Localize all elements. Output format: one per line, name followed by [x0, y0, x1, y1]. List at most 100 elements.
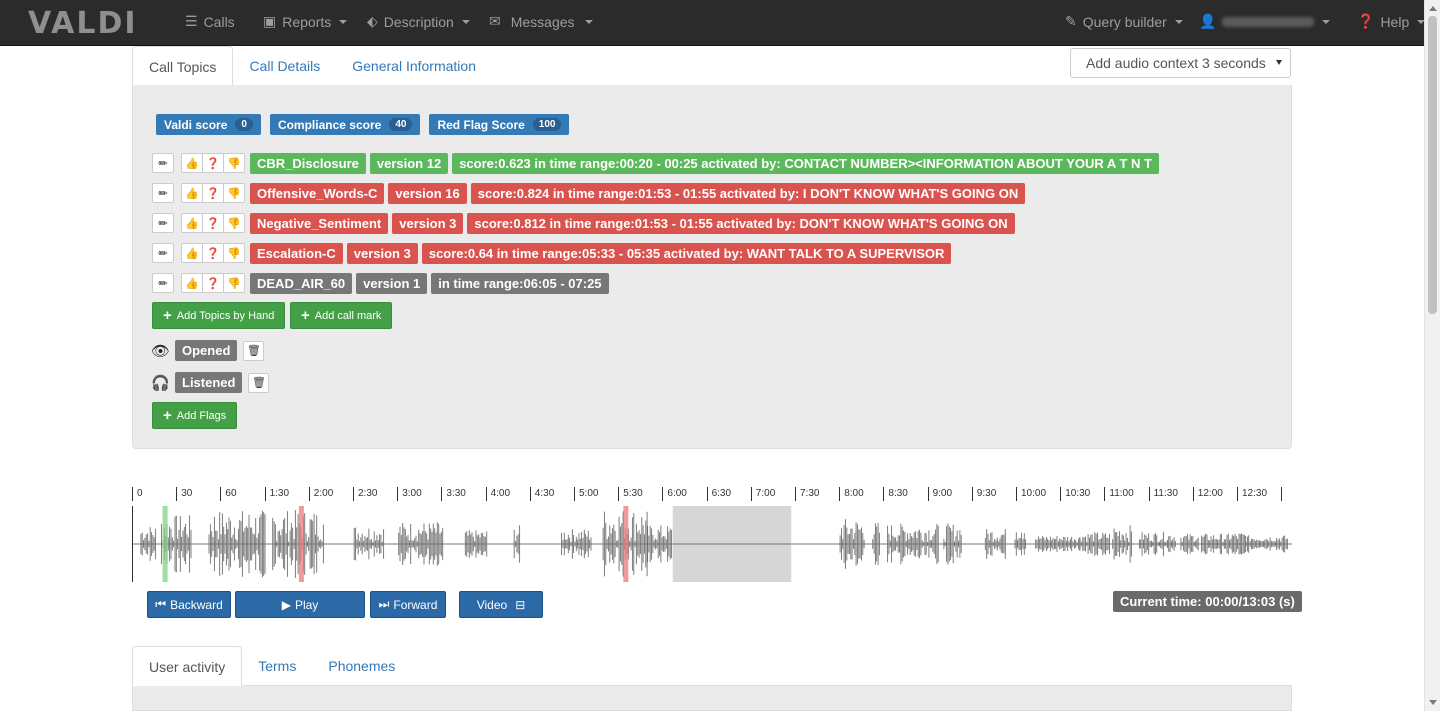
pencil-icon[interactable]: ✏ — [152, 243, 174, 263]
thumbs-up-icon[interactable]: 👍 — [181, 153, 203, 173]
topic-row: ✏ 👍 ❓ 👎 Negative_Sentiment version 3 sco… — [152, 212, 1015, 234]
add-topics-by-hand-button[interactable]: + Add Topics by Hand — [152, 302, 286, 329]
topic-marker-red[interactable] — [623, 506, 629, 582]
page-scrollbar[interactable] — [1424, 0, 1440, 711]
step-forward-icon: ⏭ — [378, 597, 390, 611]
nav-messages[interactable]: ✉ Messages — [489, 13, 593, 30]
timeline-tick: 12:00 — [1192, 487, 1223, 501]
tab-call-topics[interactable]: Call Topics — [132, 46, 234, 86]
headphones-icon: 🎧 — [151, 374, 170, 392]
topic-version: version 3 — [346, 242, 418, 264]
compliance-score-button[interactable]: Compliance score 40 — [269, 114, 421, 135]
add-call-mark-button[interactable]: + Add call mark — [290, 302, 393, 329]
video-button[interactable]: Video ⊟ — [459, 591, 543, 618]
audio-waveform[interactable]: 0 30 60 1:30 2:00 2:30 3:00 3:30 4:00 4:30 5:00 5:3… — [132, 482, 1294, 582]
brand-logo[interactable]: VALDI — [28, 6, 138, 41]
score-badges: Valdi score 0 Compliance score 40 Red Fl… — [156, 114, 570, 135]
nav-query-builder[interactable]: ✎ Query builder — [1065, 13, 1183, 30]
scroll-thumb[interactable] — [1428, 16, 1437, 314]
nav-calls[interactable]: ☰ Calls — [185, 13, 235, 30]
timeline-tick: 4:00 — [485, 487, 510, 501]
tab-phonemes[interactable]: Phonemes — [312, 646, 411, 686]
topic-detail: score:0.623 in time range:00:20 - 00:25 … — [452, 152, 1159, 174]
topic-row: ✏ 👍 ❓ 👎 DEAD_AIR_60 version 1 in time ra… — [152, 272, 609, 294]
thumbs-up-icon[interactable]: 👍 — [181, 213, 203, 233]
trash-icon[interactable]: 🗑 — [243, 340, 265, 361]
add-topics-by-hand-label: Add Topics by Hand — [176, 309, 275, 322]
pencil-icon[interactable]: ✏ — [152, 183, 174, 203]
timeline-tick: 60 — [220, 487, 237, 501]
timeline-tick: 12:30 — [1237, 487, 1267, 501]
forward-button[interactable]: ⏭ Forward — [370, 591, 446, 618]
add-flags-label: Add Flags — [176, 409, 227, 422]
topic-name[interactable]: Negative_Sentiment — [250, 212, 389, 234]
valdi-score-button[interactable]: Valdi score 0 — [156, 114, 261, 135]
audio-context-select[interactable]: Add audio context 3 seconds — [1070, 48, 1291, 78]
audio-context-value: Add audio context 3 seconds — [1086, 55, 1266, 71]
pencil-icon[interactable]: ✏ — [152, 273, 174, 293]
question-icon[interactable]: ❓ — [202, 183, 224, 203]
question-icon[interactable]: ❓ — [202, 273, 224, 293]
play-label: Play — [294, 597, 319, 612]
topic-name[interactable]: DEAD_AIR_60 — [250, 272, 353, 294]
edit-icon: ✎ — [1065, 13, 1077, 29]
timeline-tick: 5:00 — [574, 487, 598, 501]
play-button[interactable]: ▶ Play — [235, 591, 365, 618]
timeline-tick: 9:30 — [971, 487, 996, 501]
question-icon[interactable]: ❓ — [202, 213, 224, 233]
tab-terms[interactable]: Terms — [242, 646, 312, 686]
chevron-down-icon — [1174, 19, 1183, 24]
nav-messages-label: Messages — [510, 13, 575, 30]
timeline-tick: 8:00 — [839, 487, 864, 501]
call-topics-panel: Valdi score 0 Compliance score 40 Red Fl… — [132, 85, 1292, 449]
add-flags-button[interactable]: + Add Flags — [152, 402, 238, 429]
thumbs-down-icon[interactable]: 👎 — [223, 273, 245, 293]
waveform-graph[interactable] — [132, 506, 1294, 582]
tab-call-details[interactable]: Call Details — [233, 46, 336, 86]
topic-version: version 16 — [388, 182, 467, 204]
nav-reports[interactable]: ▣ Reports — [263, 13, 348, 30]
timeline-tick: 8:30 — [883, 487, 908, 501]
thumbs-down-icon[interactable]: 👎 — [223, 153, 245, 173]
timeline-tick: 5:30 — [618, 487, 643, 501]
call-tabs: Call Topics Call Details General Informa… — [132, 46, 492, 86]
waveform-timeline: 0 30 60 1:30 2:00 2:30 3:00 3:30 4:00 4:30 5:00 5:3… — [132, 482, 1294, 504]
scroll-down-arrow-icon[interactable] — [1429, 700, 1437, 705]
question-icon[interactable]: ❓ — [202, 153, 224, 173]
topic-feedback-group: 👍 ❓ 👎 — [181, 273, 245, 293]
video-label: Video — [476, 597, 508, 612]
thumbs-down-icon[interactable]: 👎 — [223, 213, 245, 233]
scroll-up-arrow-icon[interactable] — [1429, 6, 1437, 11]
timeline-tick: 11:30 — [1148, 487, 1178, 501]
question-icon[interactable]: ❓ — [202, 243, 224, 263]
plus-icon: + — [163, 407, 172, 424]
topic-marker-red[interactable] — [298, 506, 304, 582]
topic-feedback-group: 👍 ❓ 👎 — [181, 153, 245, 173]
topic-name[interactable]: CBR_Disclosure — [250, 152, 366, 174]
tab-user-activity[interactable]: User activity — [132, 646, 243, 686]
topic-feedback-group: 👍 ❓ 👎 — [181, 183, 245, 203]
pencil-icon[interactable]: ✏ — [152, 153, 174, 173]
topic-name[interactable]: Offensive_Words-C — [250, 182, 385, 204]
tab-general-information[interactable]: General Information — [336, 46, 492, 86]
pencil-icon[interactable]: ✏ — [152, 213, 174, 233]
topic-marker-green[interactable] — [162, 506, 168, 582]
timeline-tick: 1:30 — [264, 487, 289, 501]
nav-description[interactable]: ⬖ Description — [367, 13, 470, 30]
video-icon: ⊟ — [515, 597, 526, 612]
thumbs-down-icon[interactable]: 👎 — [223, 243, 245, 263]
compliance-score-label: Compliance score — [277, 117, 382, 132]
timeline-tick: 3:00 — [397, 487, 422, 501]
thumbs-down-icon[interactable]: 👎 — [223, 183, 245, 203]
plus-icon: + — [301, 307, 310, 324]
thumbs-up-icon[interactable]: 👍 — [181, 243, 203, 263]
nav-user-menu[interactable]: 👤 — [1199, 13, 1331, 30]
thumbs-up-icon[interactable]: 👍 — [181, 273, 203, 293]
backward-button[interactable]: ⏮ Backward — [147, 591, 231, 618]
select-caret-icon — [1276, 60, 1282, 65]
red-flag-score-button[interactable]: Red Flag Score 100 — [429, 114, 570, 135]
topic-name[interactable]: Escalation-C — [250, 242, 343, 264]
thumbs-up-icon[interactable]: 👍 — [181, 183, 203, 203]
nav-help[interactable]: ❓ Help — [1357, 13, 1426, 30]
trash-icon[interactable]: 🗑 — [248, 372, 270, 393]
